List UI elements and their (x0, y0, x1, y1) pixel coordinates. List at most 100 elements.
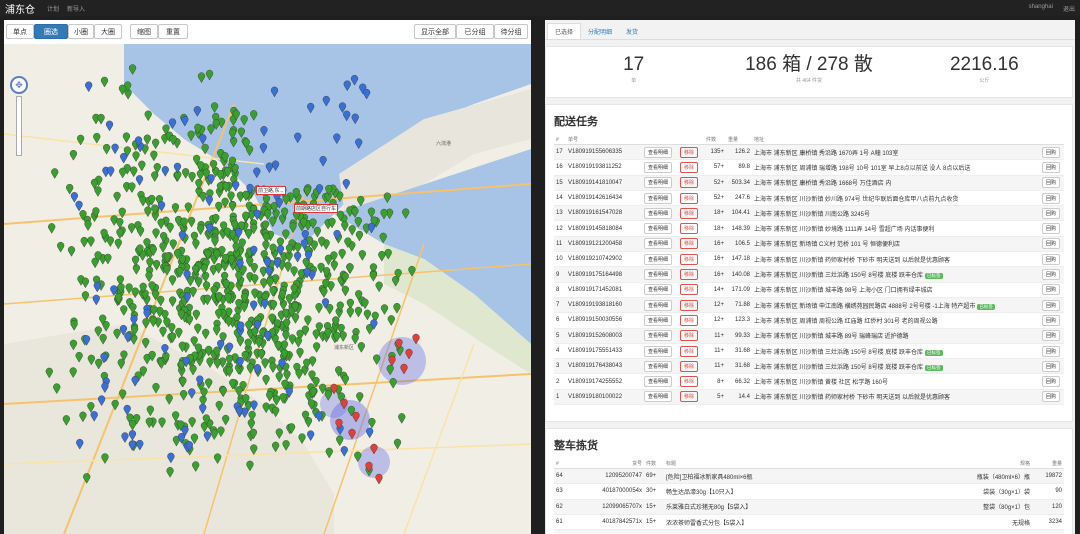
map-pin-icon[interactable] (282, 194, 290, 206)
map-pin-icon[interactable] (358, 250, 366, 261)
map-pin-icon[interactable] (343, 110, 351, 122)
map-pin-icon[interactable] (188, 171, 196, 183)
map-pin-icon[interactable] (375, 473, 383, 485)
zoom-slider[interactable] (16, 96, 22, 156)
map-pin-icon[interactable] (261, 299, 269, 310)
map-pin-icon[interactable] (375, 281, 383, 293)
map-pin-icon[interactable] (261, 358, 269, 369)
map-pin-icon[interactable] (257, 349, 265, 360)
map-pin-icon[interactable] (246, 363, 254, 375)
map-pin-icon[interactable] (325, 447, 333, 459)
map-pin-icon[interactable] (80, 236, 88, 248)
tab-allocation[interactable]: 分配明细 (581, 24, 619, 39)
task-row[interactable]: 10 V180919210742902 查看明细 移除 16+ 147.18 上海市 浦东新… (554, 251, 1064, 268)
map-pin-icon[interactable] (122, 132, 131, 144)
map-pin-icon[interactable] (199, 403, 207, 415)
map-pin-icon[interactable] (179, 376, 187, 388)
map-pin-icon[interactable] (166, 222, 174, 234)
task-row[interactable]: 17 V180919155606335 查看明细 移除 135+ 126.2 上海市 浦东新… (554, 144, 1064, 161)
map-pin-icon[interactable] (211, 102, 219, 113)
remove-button[interactable]: 移除 (680, 146, 699, 158)
map-pin-icon[interactable] (384, 248, 392, 260)
map-pin-icon[interactable] (351, 333, 359, 345)
remove-button[interactable]: 移除 (680, 253, 699, 265)
map-pin-icon[interactable] (131, 376, 139, 387)
nav-item-plan[interactable]: 计划 (47, 4, 59, 13)
remove-button[interactable]: 移除 (680, 299, 699, 311)
map-pin-icon[interactable] (288, 334, 296, 345)
map-pin-icon[interactable] (284, 261, 292, 273)
map-pin-icon[interactable] (145, 417, 153, 429)
map-pin-icon[interactable] (282, 229, 290, 241)
view-details-button[interactable]: 查看明细 (644, 207, 673, 219)
map-pin-icon[interactable] (143, 134, 151, 146)
map-pin-icon[interactable] (324, 390, 332, 401)
map-pin-icon[interactable] (197, 224, 205, 236)
map-pin-icon[interactable] (69, 367, 77, 378)
task-row[interactable]: 1 V180919180100022 查看明细 移除 5+ 14.4 上海市 浦东新区 川沙… (554, 389, 1064, 406)
map-pin-icon[interactable] (213, 453, 222, 465)
map-pin-icon[interactable] (355, 230, 364, 242)
map-pin-icon[interactable] (294, 132, 302, 144)
user-name[interactable]: shanghai (1029, 4, 1053, 13)
map-pin-icon[interactable] (145, 271, 153, 283)
map-pin-icon[interactable] (128, 182, 136, 193)
map-pin-icon[interactable] (203, 431, 211, 442)
task-row[interactable]: 16 V180919193811252 查看明细 移除 57+ 89.8 上海市 浦东新区 … (554, 159, 1064, 176)
tab-selected[interactable]: 已选择 (547, 23, 582, 39)
map-pin-icon[interactable] (67, 246, 76, 257)
map-pin-icon[interactable] (217, 426, 225, 438)
return-button[interactable]: 回购 (1042, 253, 1061, 265)
map-pin-icon[interactable] (320, 287, 328, 298)
nav-item-import[interactable]: 新导入 (67, 4, 85, 13)
remove-button[interactable]: 移除 (680, 223, 699, 235)
map-pin-icon[interactable] (369, 271, 377, 282)
map-pin-icon[interactable] (128, 64, 137, 75)
map-pin-icon[interactable] (357, 195, 365, 207)
shrink-button[interactable]: 缩图 (130, 24, 158, 39)
pick-row[interactable]: 64 12095200747 69+ [危险]卫柏福冰新家具480ml×6瓶 瓶装（48… (554, 468, 1064, 485)
map-pin-icon[interactable] (322, 95, 330, 107)
map-pin-icon[interactable] (87, 236, 95, 248)
map-pin-icon[interactable] (351, 113, 359, 125)
map-pin-icon[interactable] (361, 298, 369, 310)
remove-button[interactable]: 移除 (680, 376, 699, 388)
task-row[interactable]: 15 V180919141810047 查看明细 移除 52+ 503.34 上海市 浦东新… (554, 175, 1064, 191)
map-pin-icon[interactable] (368, 417, 376, 429)
map-pin-icon[interactable] (348, 225, 356, 236)
map-pin-icon[interactable] (157, 295, 165, 307)
map-pin-icon[interactable] (221, 197, 229, 209)
map-pin-icon[interactable] (251, 274, 259, 285)
remove-button[interactable]: 移除 (680, 192, 699, 204)
map-pin-icon[interactable] (189, 364, 197, 376)
map-pin-icon[interactable] (173, 162, 182, 174)
map-pin-icon[interactable] (319, 156, 327, 167)
map-pin-icon[interactable] (373, 354, 381, 366)
map-pin-icon[interactable] (130, 166, 138, 178)
map-pin-icon[interactable] (92, 294, 100, 306)
map-pin-icon[interactable] (266, 391, 274, 402)
tab-shipping[interactable]: 发货 (619, 24, 645, 39)
map-pin-icon[interactable] (168, 275, 177, 286)
map-pin-icon[interactable] (275, 428, 283, 439)
return-button[interactable]: 回购 (1042, 299, 1061, 311)
map-pin-icon[interactable] (250, 110, 258, 121)
map-pin-icon[interactable] (188, 388, 196, 399)
map-pin-icon[interactable] (99, 333, 107, 345)
map-pin-icon[interactable] (169, 239, 177, 250)
map-pin-icon[interactable] (219, 386, 227, 398)
map-pin-icon[interactable] (53, 383, 61, 394)
map-pin-icon[interactable] (93, 281, 101, 293)
map-pin-icon[interactable] (180, 390, 188, 401)
map-pin-icon[interactable] (215, 308, 223, 320)
map-pin-icon[interactable] (48, 223, 56, 234)
map-pin-icon[interactable] (138, 160, 146, 172)
map-pin-icon[interactable] (230, 136, 238, 148)
map-pin-icon[interactable] (104, 253, 112, 265)
pan-control-icon[interactable]: ✥ (10, 76, 28, 94)
map-pin-icon[interactable] (341, 221, 349, 232)
brand[interactable]: 浦东仓 (5, 1, 35, 16)
map-pin-icon[interactable] (75, 351, 83, 363)
map-pin-icon[interactable] (348, 428, 356, 440)
map-pin-icon[interactable] (272, 441, 280, 453)
